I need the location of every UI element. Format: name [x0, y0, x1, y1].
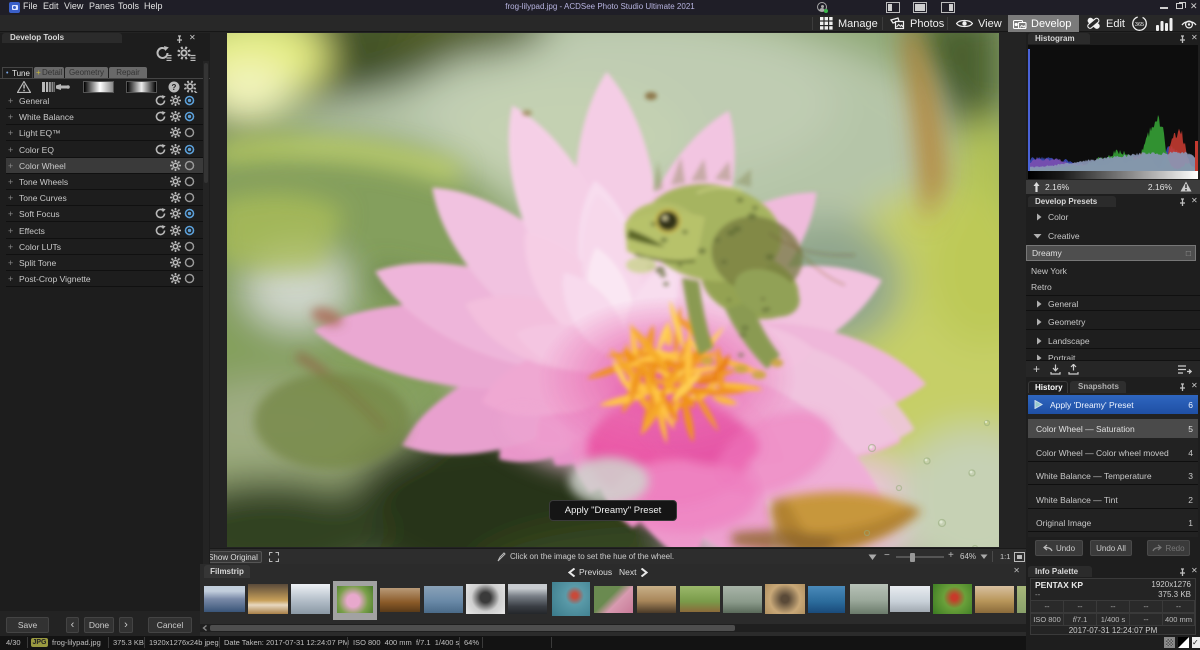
svg-text:365: 365 [1135, 22, 1144, 28]
svg-text:?: ? [172, 83, 177, 92]
